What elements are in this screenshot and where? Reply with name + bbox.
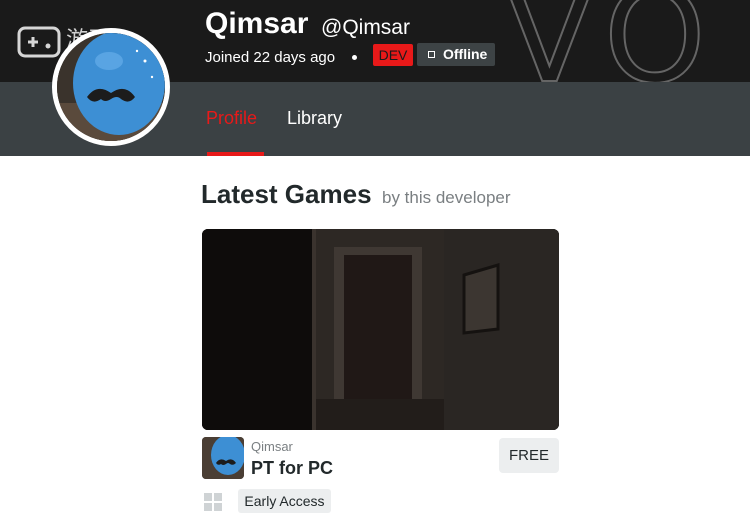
tab-library[interactable]: Library	[287, 106, 342, 130]
game-thumbnail[interactable]	[202, 229, 559, 430]
profile-display-name: Qimsar	[205, 7, 309, 40]
game-developer-avatar[interactable]	[202, 437, 244, 479]
game-title[interactable]: PT for PC	[251, 457, 333, 479]
tab-profile[interactable]: Profile	[206, 106, 257, 130]
active-tab-indicator	[207, 152, 264, 156]
profile-avatar[interactable]	[52, 28, 170, 146]
status-label: Offline	[443, 46, 488, 62]
price-button[interactable]: FREE	[499, 438, 559, 473]
mustache-ball-avatar-image	[57, 33, 165, 141]
game-developer-name[interactable]: Qimsar	[251, 439, 293, 455]
windows-icon	[204, 493, 222, 511]
profile-handle: @Qimsar	[321, 16, 410, 39]
separator-dot	[352, 55, 357, 60]
status-square-icon	[428, 51, 435, 58]
profile-joined-date: Joined 22 days ago	[205, 49, 336, 66]
hallway-screenshot-image	[202, 229, 559, 430]
mustache-ball-thumb-image	[202, 437, 244, 479]
section-subtitle: by this developer	[382, 188, 511, 207]
section-title: Latest Games	[201, 179, 372, 209]
early-access-tag: Early Access	[238, 489, 331, 513]
status-badge: Offline	[417, 43, 495, 66]
banner-background-art: VO	[504, 0, 718, 82]
dev-role-badge: DEV	[373, 44, 413, 66]
